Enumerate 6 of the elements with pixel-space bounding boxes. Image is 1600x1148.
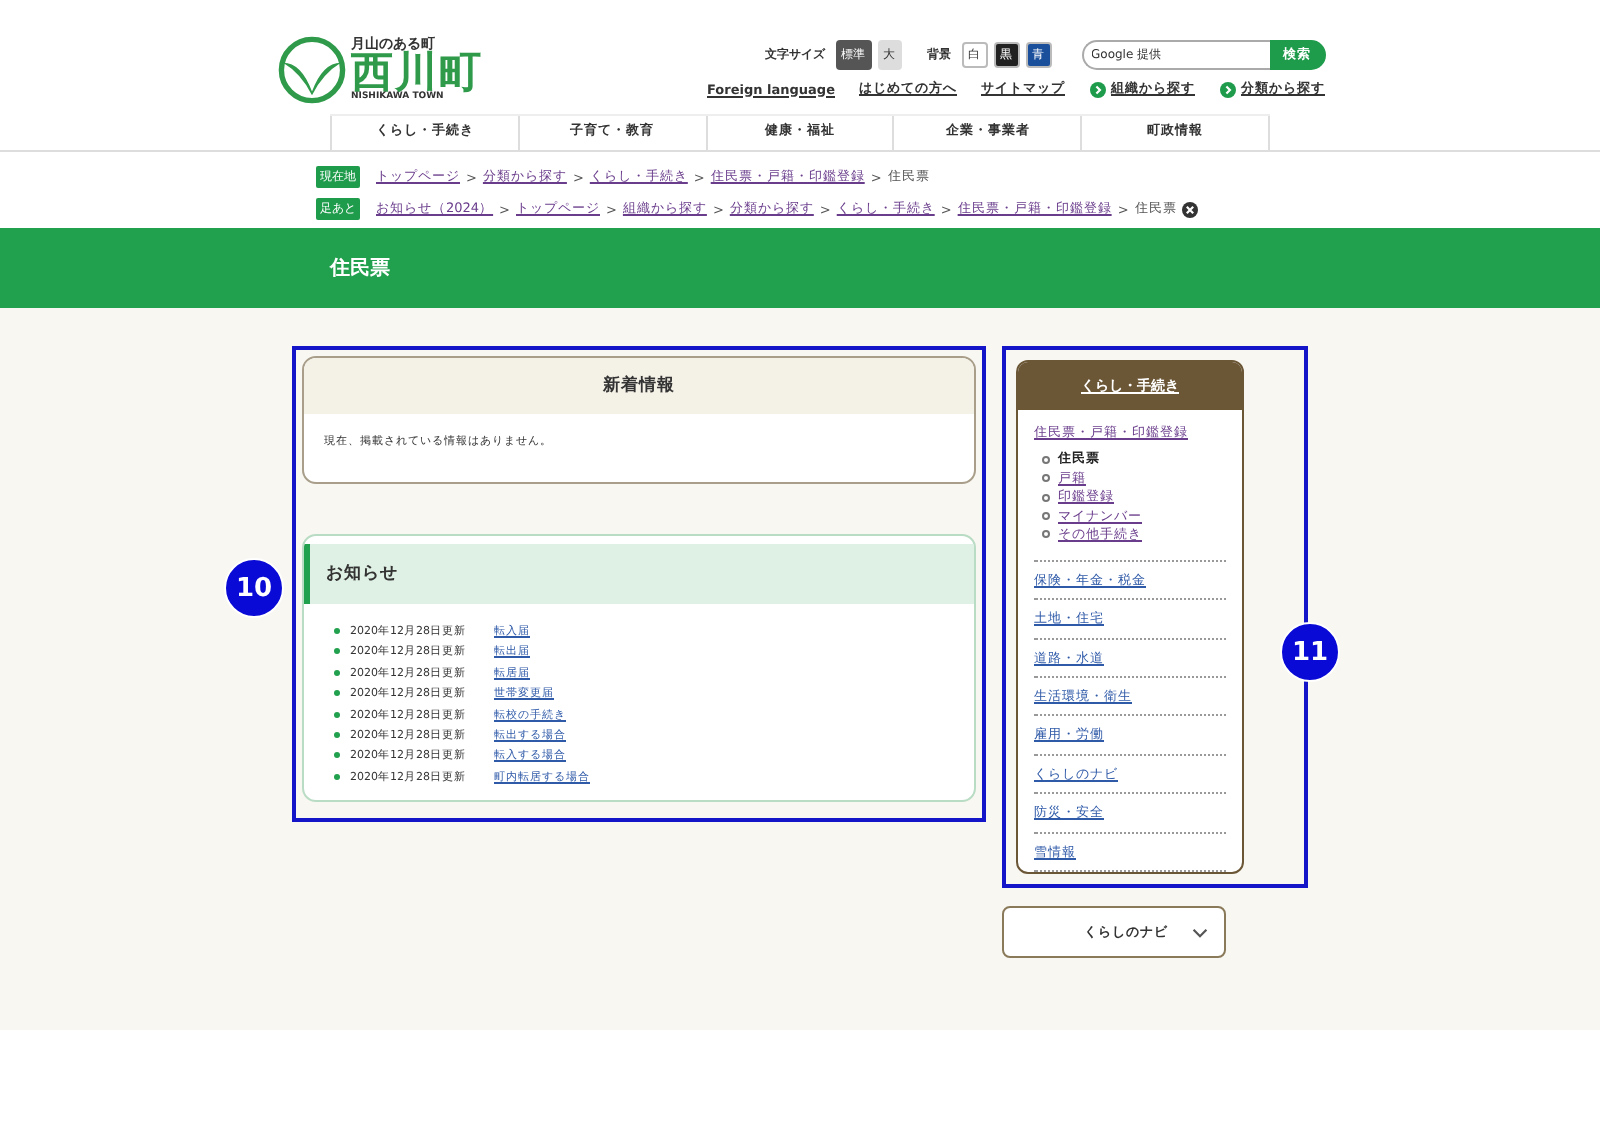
annotation-number: 10 xyxy=(224,558,284,618)
town-name: 西川町 xyxy=(351,51,483,94)
card-heading: お知らせ xyxy=(304,544,974,604)
annotation-number: 11 xyxy=(1280,622,1340,682)
card-heading: 新着情報 xyxy=(304,358,974,414)
page-title: 住民票 xyxy=(330,255,390,282)
